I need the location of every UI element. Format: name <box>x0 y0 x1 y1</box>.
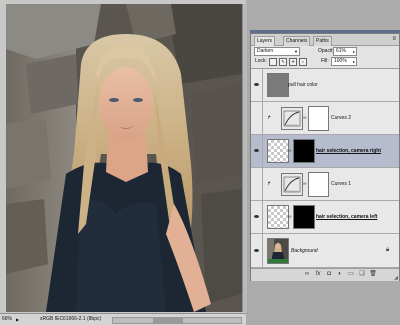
layer-row[interactable]: ↱ ∞ Curves 1 <box>251 168 399 201</box>
link-layers-icon[interactable]: ∞ <box>303 271 311 278</box>
horizontal-scrollbar[interactable] <box>112 317 242 324</box>
layer-name[interactable]: Curves 2 <box>331 115 351 122</box>
chain-link-icon[interactable]: ∞ <box>288 214 292 220</box>
curves-adjustment-icon[interactable] <box>281 107 303 130</box>
visibility-toggle[interactable] <box>251 168 263 200</box>
background-thumbnail[interactable] <box>267 238 289 264</box>
layer-row[interactable]: ∞ hair selection, camera left <box>251 201 399 234</box>
layer-thumbnail[interactable] <box>267 73 289 97</box>
status-bar: 66% ▶ sRGB IEC61966-2.1 (8bpc) <box>0 313 246 325</box>
layer-thumbnail[interactable] <box>267 139 289 163</box>
resize-grip-icon[interactable]: ◢ <box>394 275 398 281</box>
lock-all-icon[interactable]: ▪ <box>299 58 307 66</box>
eye-icon <box>254 83 259 86</box>
chain-link-icon[interactable]: ∞ <box>303 115 307 121</box>
zoom-level[interactable]: 66% <box>2 314 12 325</box>
tab-paths[interactable]: Paths <box>313 36 332 46</box>
clip-arrow-icon: ↱ <box>267 115 272 121</box>
fill-value: 100% <box>334 58 347 64</box>
opacity-field[interactable]: 61% ▸ <box>333 47 357 56</box>
panel-tabs: Layers Channels Paths ≡ <box>251 34 399 46</box>
layer-name[interactable]: Curves 1 <box>331 181 351 188</box>
document-info: sRGB IEC61966-2.1 (8bpc) <box>40 316 102 322</box>
fill-label: Fill: <box>321 58 329 64</box>
layer-name[interactable]: hair selection, camera left <box>316 214 377 221</box>
opacity-value: 61% <box>336 48 347 54</box>
status-arrow-icon[interactable]: ▶ <box>16 314 19 325</box>
tab-layers[interactable]: Layers <box>254 36 276 46</box>
trash-icon[interactable]: 🗑︎ <box>369 271 377 278</box>
chain-link-icon[interactable]: ∞ <box>303 181 307 187</box>
lock-icon: 🔒︎ <box>386 247 390 253</box>
clip-arrow-icon: ↱ <box>267 181 272 187</box>
layer-row[interactable]: Background 🔒︎ <box>251 234 399 268</box>
new-group-icon[interactable]: ▭ <box>347 271 355 278</box>
lock-row: Lock: ✎ ✛ ▪ Fill: 100% ▸ <box>251 57 399 67</box>
layers-panel: Layers Channels Paths ≡ Darken ▼ Opacity… <box>250 33 400 281</box>
tab-channels[interactable]: Channels <box>283 36 311 46</box>
lock-position-icon[interactable]: ✛ <box>289 58 297 66</box>
layer-row-selected[interactable]: ∞ hair selection, camera right <box>251 135 399 168</box>
layer-mask-thumbnail[interactable] <box>308 172 329 197</box>
lock-pixels-icon[interactable]: ✎ <box>279 58 287 66</box>
adjustment-layer-icon[interactable]: ◐ <box>336 271 344 278</box>
visibility-toggle[interactable] <box>251 69 263 101</box>
layer-name[interactable]: hair selection, camera right <box>316 148 381 155</box>
layer-mask-thumbnail[interactable] <box>293 205 315 229</box>
visibility-toggle[interactable] <box>251 234 263 267</box>
layers-panel-footer: ∞ fx ◘ ◐ ▭ ❏ 🗑︎ ◢ <box>251 268 399 281</box>
chevron-down-icon: ▼ <box>294 49 298 54</box>
chevron-right-icon: ▸ <box>352 49 355 54</box>
blend-row: Darken ▼ Opacity: 61% ▸ <box>251 46 399 56</box>
eye-icon <box>254 215 259 218</box>
document-window: 66% ▶ sRGB IEC61966-2.1 (8bpc) <box>0 0 247 325</box>
new-layer-icon[interactable]: ❏ <box>358 271 366 278</box>
image-canvas[interactable] <box>6 4 242 312</box>
layer-thumbnail[interactable] <box>267 205 289 229</box>
layer-name[interactable]: pull hair color <box>288 82 318 89</box>
blend-mode-select[interactable]: Darken ▼ <box>254 47 300 56</box>
visibility-toggle[interactable] <box>251 102 263 134</box>
scrollbar-thumb[interactable] <box>153 318 183 323</box>
vertical-scrollbar[interactable] <box>242 4 247 312</box>
add-mask-icon[interactable]: ◘ <box>325 271 333 278</box>
layer-row[interactable]: pull hair color <box>251 69 399 102</box>
layer-name[interactable]: Background <box>291 248 318 255</box>
visibility-toggle[interactable] <box>251 135 263 167</box>
layer-row[interactable]: ↱ ∞ Curves 2 <box>251 102 399 135</box>
layer-style-icon[interactable]: fx <box>314 271 322 278</box>
curves-adjustment-icon[interactable] <box>281 173 303 196</box>
lock-transparency-icon[interactable] <box>269 58 277 66</box>
fill-field[interactable]: 100% ▸ <box>331 57 357 66</box>
chevron-right-icon: ▸ <box>352 59 355 64</box>
portrait-photo <box>6 4 242 312</box>
blend-mode-value: Darken <box>257 48 274 54</box>
lock-label: Lock: <box>255 58 267 64</box>
layers-list: pull hair color ↱ ∞ Curves 2 ∞ hair sele… <box>251 68 399 268</box>
eye-icon <box>254 149 259 152</box>
layer-mask-thumbnail[interactable] <box>293 139 315 163</box>
chain-link-icon[interactable]: ∞ <box>288 148 292 154</box>
visibility-toggle[interactable] <box>251 201 263 233</box>
eye-icon <box>254 249 259 252</box>
layer-mask-thumbnail[interactable] <box>308 106 329 131</box>
panel-menu-icon[interactable]: ≡ <box>392 36 396 43</box>
